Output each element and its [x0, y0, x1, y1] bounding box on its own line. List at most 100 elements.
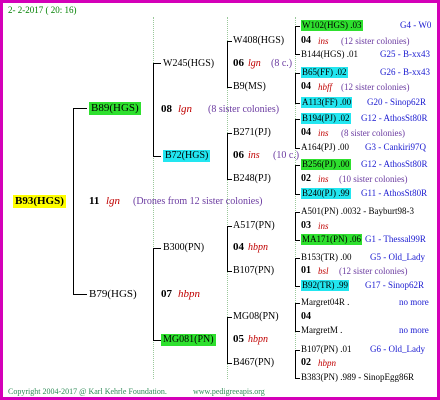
connector	[153, 248, 161, 249]
ancestor-b240-line: G11 - AthosSt80R	[361, 188, 428, 198]
ancestor-b92-line: G17 - Sinop62R	[365, 280, 425, 290]
connector	[153, 248, 154, 340]
connector	[295, 103, 300, 104]
connector	[153, 63, 161, 64]
connector	[295, 258, 300, 259]
ancestor-b153[interactable]: B153(TR) .00	[301, 252, 352, 263]
connector	[227, 317, 228, 363]
connector	[295, 350, 296, 378]
connector	[153, 63, 154, 156]
ancestor-w102[interactable]: W102(HGS) .03	[301, 20, 363, 31]
ancestor-w102-line: G4 - W0	[400, 20, 432, 30]
connector	[295, 212, 296, 240]
ancestor-a501[interactable]: A501(PN) .0032 - Bayburt98-3	[301, 206, 414, 217]
node-w245[interactable]: W245(HGS)	[163, 58, 214, 70]
node-b107[interactable]: B107(PN)	[233, 265, 274, 277]
node-b72[interactable]: B72(HGS)	[163, 150, 211, 162]
ancestor-b240[interactable]: B240(PJ) .99	[301, 188, 351, 199]
ancestor-b107-old[interactable]: B107(PN) .01	[301, 344, 352, 355]
pedigree-frame: 2- 2-2017 ( 20: 16) B93(HGS) 11 lgn (Dro…	[0, 0, 440, 400]
ancestor-a113[interactable]: A113(FF) .00	[301, 97, 353, 108]
connector	[295, 303, 300, 304]
sire-generation: 07	[161, 288, 172, 300]
connector	[295, 303, 296, 331]
root-mating: lgn	[106, 195, 121, 207]
connector	[227, 271, 232, 272]
connector	[295, 54, 300, 55]
ancestor-ma171-line: G1 - Thessal99R	[365, 234, 426, 244]
mg08-generation: 04	[301, 311, 311, 322]
ancestor-b194-line: G12 - AthosSt80R	[361, 113, 428, 123]
connector	[295, 119, 300, 120]
ancestor-a113-line: G20 - Sinop62R	[367, 97, 427, 107]
b248-mating: ins	[318, 174, 329, 184]
b9-mating: hbff	[318, 82, 333, 92]
connector	[227, 179, 232, 180]
ancestor-b144[interactable]: B144(HGS) .01	[301, 49, 358, 60]
connector	[295, 240, 300, 241]
ancestor-b194[interactable]: B194(PJ) .02	[301, 113, 351, 124]
footer-url[interactable]: www.pedigreeapis.org	[193, 386, 265, 397]
connector	[295, 26, 296, 54]
header-date: 2- 2-2017 ( 20: 16)	[8, 5, 77, 15]
connector	[227, 41, 232, 42]
mg081-generation: 05	[233, 333, 244, 345]
connector	[295, 212, 300, 213]
connector	[295, 194, 300, 195]
ancestor-b383[interactable]: B383(PN) .989 - SinopEgg86R	[301, 372, 414, 383]
a517-mating: ins	[318, 221, 329, 231]
node-b467[interactable]: B467(PN)	[233, 357, 274, 369]
b9-note: (12 sister colonies)	[341, 82, 410, 92]
ancestor-margret04r[interactable]: Margret04R .	[301, 297, 349, 308]
node-b271[interactable]: B271(PJ)	[233, 127, 271, 139]
ancestor-b65[interactable]: B65(FF) .02	[301, 67, 348, 78]
sire-mating: hbpn	[178, 288, 200, 300]
root-generation: 11	[89, 195, 100, 207]
connector	[295, 378, 300, 379]
b72-note: (10 c.)	[273, 150, 300, 161]
b271-note: (8 sister colonies)	[341, 128, 405, 138]
connector	[295, 73, 300, 74]
margret04r-status: no more	[399, 297, 429, 307]
node-b248[interactable]: B248(PJ)	[233, 173, 271, 185]
connector	[73, 108, 74, 294]
ancestor-b92[interactable]: B92(TR) .99	[301, 280, 349, 291]
b271-generation: 04	[301, 127, 311, 138]
connector	[295, 26, 300, 27]
ancestor-b256-line: G12 - AthosSt80R	[361, 159, 428, 169]
ancestor-b107-old-line: G6 - Old_Lady	[370, 344, 425, 354]
ancestor-a164[interactable]: A164(PJ) .00	[301, 142, 349, 153]
node-w408[interactable]: W408(HGS)	[233, 35, 284, 47]
connector	[295, 258, 296, 286]
ancestor-b65-line: G26 - B-xx43	[380, 67, 430, 77]
a517-generation: 03	[301, 220, 311, 231]
connector	[295, 165, 300, 166]
ancestor-ma171[interactable]: MA171(PN) .06	[301, 234, 363, 245]
connector	[295, 331, 300, 332]
w245-mating: lgn	[248, 58, 261, 69]
node-mg081[interactable]: MG081(PN)	[161, 334, 216, 346]
connector	[295, 165, 296, 194]
node-a517[interactable]: A517(PN)	[233, 220, 275, 232]
dam-queen[interactable]: B89(HGS)	[89, 102, 141, 115]
w245-generation: 06	[233, 57, 244, 69]
ancestor-margretm[interactable]: MargretM .	[301, 325, 342, 336]
margretm-status: no more	[399, 325, 429, 335]
connector	[227, 226, 232, 227]
w408-mating: ins	[318, 36, 329, 46]
b300-generation: 04	[233, 241, 244, 253]
b72-mating: ins	[248, 150, 260, 161]
node-mg08[interactable]: MG08(PN)	[233, 311, 279, 323]
sire-queen[interactable]: B79(HGS)	[89, 288, 137, 301]
connector	[73, 294, 87, 295]
footer-copyright: Copyright 2004-2017 @ Karl Kehrle Founda…	[8, 387, 167, 396]
root-queen[interactable]: B93(HGS)	[13, 195, 66, 208]
b72-generation: 06	[233, 149, 244, 161]
node-b300[interactable]: B300(PN)	[163, 242, 204, 254]
connector	[227, 226, 228, 271]
node-b9[interactable]: B9(MS)	[233, 81, 266, 93]
ancestor-a164-line: G3 - Cankiri97Q	[365, 142, 426, 152]
ancestor-b256[interactable]: B256(PJ) .00	[301, 159, 351, 170]
connector	[153, 156, 161, 157]
dam-mating: lgn	[178, 103, 193, 115]
